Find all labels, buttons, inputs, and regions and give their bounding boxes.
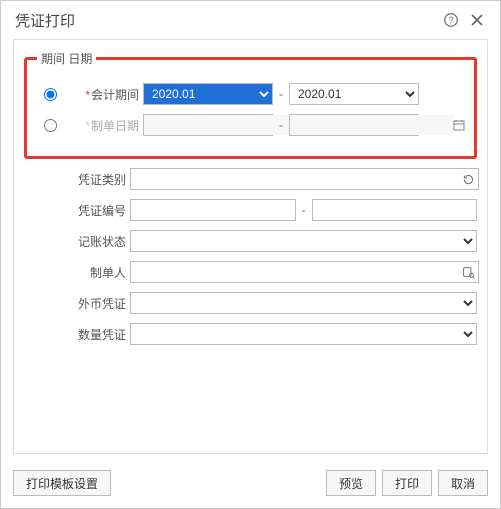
voucher-no-to[interactable] (312, 199, 478, 221)
print-button[interactable]: 打印 (382, 470, 432, 496)
make-date-label: 制单日期 (91, 119, 139, 133)
qty-voucher-select[interactable] (130, 323, 477, 345)
close-icon[interactable] (466, 9, 488, 31)
titlebar: 凭证打印 ? (1, 1, 500, 37)
period-date-group: 期间 日期 *会计期间 2020.01 - 2020.01 *制单日期 (24, 50, 477, 159)
foreign-currency-select[interactable] (130, 292, 477, 314)
voucher-type-input[interactable] (130, 168, 479, 190)
make-date-to-input[interactable] (290, 115, 453, 135)
maker-label: 制单人 (60, 264, 130, 281)
help-icon[interactable]: ? (440, 9, 462, 31)
date-sep: - (273, 118, 289, 132)
voucher-type-label: 凭证类别 (60, 171, 130, 188)
make-date-row: *制单日期 - (37, 111, 464, 139)
svg-text:?: ? (448, 15, 453, 25)
qty-voucher-label: 数量凭证 (60, 326, 130, 343)
account-period-label: 会计期间 (91, 88, 139, 102)
dialog-title: 凭证打印 (15, 10, 75, 31)
period-sep: - (273, 87, 289, 101)
account-period-from[interactable]: 2020.01 (143, 83, 273, 105)
voucher-no-from[interactable] (130, 199, 296, 221)
voucher-no-sep: - (296, 203, 312, 217)
account-period-row: *会计期间 2020.01 - 2020.01 (37, 80, 464, 108)
make-date-from[interactable] (143, 114, 273, 136)
dialog-body: 期间 日期 *会计期间 2020.01 - 2020.01 *制单日期 (13, 39, 488, 454)
filter-fields: 凭证类别 凭证编号 - 记账状态 (60, 165, 477, 348)
voucher-no-label: 凭证编号 (60, 202, 130, 219)
preview-button[interactable]: 预览 (326, 470, 376, 496)
make-date-to[interactable] (289, 114, 419, 136)
account-period-to[interactable]: 2020.01 (289, 83, 419, 105)
period-date-legend: 期间 日期 (37, 50, 96, 67)
post-status-select[interactable] (130, 230, 477, 252)
cancel-button[interactable]: 取消 (438, 470, 488, 496)
post-status-label: 记账状态 (60, 233, 130, 250)
account-period-radio[interactable] (44, 88, 57, 101)
voucher-print-dialog: 凭证打印 ? 期间 日期 *会计期间 2020.01 - 2020.01 (0, 0, 501, 509)
foreign-currency-label: 外币凭证 (60, 295, 130, 312)
template-settings-button[interactable]: 打印模板设置 (13, 470, 111, 496)
make-date-radio[interactable] (44, 119, 57, 132)
maker-input[interactable] (130, 261, 479, 283)
dialog-footer: 打印模板设置 预览 打印 取消 (1, 462, 500, 508)
calendar-icon (453, 119, 465, 131)
